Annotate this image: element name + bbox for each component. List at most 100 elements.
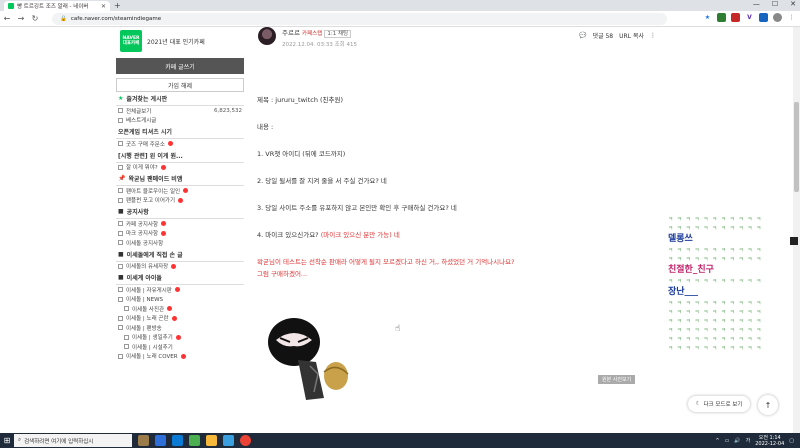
comment-k-row: ㅋ ㅋ ㅋ ㅋ ㅋ ㅋ ㅋ ㅋ ㅋ ㅋ ㅋ xyxy=(668,337,763,343)
star-icon[interactable]: ★ xyxy=(703,13,712,22)
more-options-icon[interactable]: ⋮ xyxy=(650,32,656,39)
section-label: 즐겨찾는 게시판 xyxy=(126,96,168,103)
board-best-posts[interactable]: 베스트게시글 xyxy=(116,116,244,126)
commenter-name-1[interactable]: 델롱쓰 xyxy=(668,233,792,246)
board-label: 팬아트 블로우이는 일인 xyxy=(126,188,181,195)
board-member-birthday[interactable]: 이세돌 | 생일추기 xyxy=(116,333,244,343)
page-scrollbar[interactable] xyxy=(793,27,800,433)
extension-icon[interactable] xyxy=(717,13,726,22)
folder-icon[interactable] xyxy=(206,435,217,446)
board-label: 팬플펀 포고 이어가기 xyxy=(126,198,176,205)
content-red-line-1: 왁굳님이 테스트는 선착순 판매라 어떻게 될지 모르겠다고 하신 거,, 하셨… xyxy=(257,258,515,266)
section-label: [시행 관련] 왼 이게 뭔... xyxy=(118,152,183,160)
edge-icon[interactable] xyxy=(172,435,183,446)
write-post-button[interactable]: 카페 글쓰기 xyxy=(116,58,244,74)
new-badge-icon xyxy=(160,164,166,170)
browser-tabbar: 빵 트르깅트 조즈 알래 - 네이버 ✕ + — ☐ ✕ xyxy=(0,0,800,11)
task-view-icon[interactable] xyxy=(155,435,166,446)
board-member-news[interactable]: 이세돌 | NEWS xyxy=(116,295,244,305)
board-member-cover[interactable]: 이세돌 | 노래 COVER xyxy=(116,352,244,362)
article-tools: 💬 댓글 58 URL 복사 ⋮ xyxy=(579,31,656,40)
content-line-4: 4. 마이크 있으신가요? (마이크 있으신 분만 가능) 네 xyxy=(257,229,657,241)
board-label: 카페 공지사항 xyxy=(126,221,159,228)
commenter-name-2[interactable]: 친절한_친구 xyxy=(668,264,792,277)
fanmade-section-title: 📌 왁굳님 팬메이드 비앰 xyxy=(116,172,244,186)
chat-badge[interactable]: 1:1 채팅 xyxy=(324,30,352,38)
article-meta: 2022.12.04. 03:33 조회 415 xyxy=(282,40,357,48)
board-member-photo[interactable]: 이세돌 사진관 xyxy=(116,304,244,314)
browser-tab[interactable]: 빵 트르깅트 조즈 알래 - 네이버 ✕ xyxy=(4,1,110,11)
board-label: 굿즈 구매 주문소 xyxy=(126,141,165,148)
taskbar-search[interactable]: ⌕ 검색하려면 여기에 입력하십시 xyxy=(14,434,132,447)
board-icon xyxy=(124,344,129,350)
profile-avatar[interactable] xyxy=(773,13,782,22)
comment-k-row: ㅋ ㅋ ㅋ ㅋ ㅋ ㅋ ㅋ ㅋ ㅋ ㅋ ㅋ xyxy=(668,328,763,334)
language-icon[interactable]: 가 xyxy=(746,437,751,444)
cursor-icon: ☝ xyxy=(395,324,401,334)
board-fanart[interactable]: 팬아트 블로우이는 일인 xyxy=(116,186,244,196)
scrollbar-thumb[interactable] xyxy=(794,102,799,192)
leave-cafe-button[interactable]: 가입 해제 xyxy=(116,78,244,92)
board-fanfun[interactable]: 팬플펀 포고 이어가기 xyxy=(116,196,244,206)
extension-icon[interactable] xyxy=(731,13,740,22)
new-tab-button[interactable]: + xyxy=(114,1,121,10)
scroll-top-button[interactable]: ↑ xyxy=(758,395,778,415)
author-name[interactable]: 주르르 xyxy=(282,29,300,37)
board-mark-notice[interactable]: 마크 공지사항 xyxy=(116,229,244,239)
comment-count[interactable]: 댓글 58 xyxy=(593,31,614,40)
start-button[interactable]: ⊞ xyxy=(0,433,14,448)
avatar[interactable] xyxy=(258,27,276,45)
back-icon[interactable]: ← xyxy=(0,14,14,23)
board-member-stream[interactable]: 이세돌 | 팬방송 xyxy=(116,323,244,333)
board-direct[interactable]: 이세돌의 유세자장 xyxy=(116,262,244,272)
board-icon xyxy=(118,353,123,359)
clock-date: 2022-12-04 xyxy=(755,440,785,447)
network-icon[interactable]: ▭ xyxy=(725,438,730,444)
minimize-button[interactable]: — xyxy=(753,0,760,8)
app-icon[interactable] xyxy=(138,435,149,446)
article-image[interactable] xyxy=(262,312,352,402)
close-window-button[interactable]: ✕ xyxy=(790,0,796,8)
windows-taskbar: ⊞ ⌕ 검색하려면 여기에 입력하십시 ^ ▭ 🔊 가 오전 1:14 2022… xyxy=(0,433,800,448)
extension-icon[interactable]: V xyxy=(745,13,754,22)
board-notice-q[interactable]: 잘 이게 뭐야? xyxy=(116,163,244,173)
app-icon[interactable] xyxy=(189,435,200,446)
board-member-facility[interactable]: 이세돌 | 시설추기 xyxy=(116,342,244,352)
board-icon xyxy=(118,240,123,246)
tab-close-icon[interactable]: ✕ xyxy=(101,3,106,10)
volume-icon[interactable]: 🔊 xyxy=(734,438,740,444)
menu-kebab-icon[interactable]: ⋮ xyxy=(787,13,796,22)
star-icon: ★ xyxy=(118,95,124,102)
board-goods[interactable]: 굿즈 구매 주문소 xyxy=(116,139,244,149)
article-views: 조회 415 xyxy=(334,42,357,48)
board-isedol-notice[interactable]: 이세돌 공지사항 xyxy=(116,238,244,248)
board-member-song[interactable]: 이세돌 | 노래 곤란 xyxy=(116,314,244,324)
board-cafe-notice[interactable]: 카페 공지사항 xyxy=(116,219,244,229)
section-label: 이세돌에게 직접 손 글 xyxy=(126,251,183,259)
view-original-button[interactable]: 원본 사진보기 xyxy=(598,375,636,384)
page-content: NAVER 대표카페 2021년 대표 인기카페 카페 글쓰기 가입 해제 ★ … xyxy=(0,27,800,433)
content-line-1: 1. VR챗 아이디 (뒤에 코드까지) xyxy=(257,150,346,158)
content-label: 내용 : xyxy=(257,123,274,131)
extension-icon[interactable] xyxy=(759,13,768,22)
board-icon xyxy=(118,108,123,114)
tab-favicon-icon xyxy=(8,3,14,9)
side-widget-icon[interactable] xyxy=(790,237,798,245)
app-icon[interactable] xyxy=(223,435,234,446)
notification-icon[interactable]: ▢ xyxy=(789,438,794,444)
board-label: 이세돌 | 자유게시판 xyxy=(126,287,172,294)
board-all-posts[interactable]: 전체글보기 6,823,532 xyxy=(116,106,244,116)
clock[interactable]: 오전 1:14 2022-12-04 xyxy=(755,435,784,447)
forward-icon[interactable]: → xyxy=(14,14,28,23)
board-member-free[interactable]: 이세돌 | 자유게시판 xyxy=(116,285,244,295)
url-copy-button[interactable]: URL 복사 xyxy=(619,31,644,40)
chrome-icon[interactable] xyxy=(240,435,251,446)
reload-icon[interactable]: ↻ xyxy=(28,14,42,23)
commenter-name-3[interactable]: 장난___ xyxy=(668,286,792,299)
maximize-button[interactable]: ☐ xyxy=(772,0,778,8)
chevron-up-icon[interactable]: ^ xyxy=(715,438,719,444)
board-label: 마크 공지사항 xyxy=(126,231,159,238)
pin-icon: 📌 xyxy=(118,175,126,182)
url-input[interactable]: 🔒 cafe.naver.com/steamindiegame xyxy=(52,13,667,25)
dark-mode-button[interactable]: ☾ 다크 모드로 보기 xyxy=(688,396,750,412)
